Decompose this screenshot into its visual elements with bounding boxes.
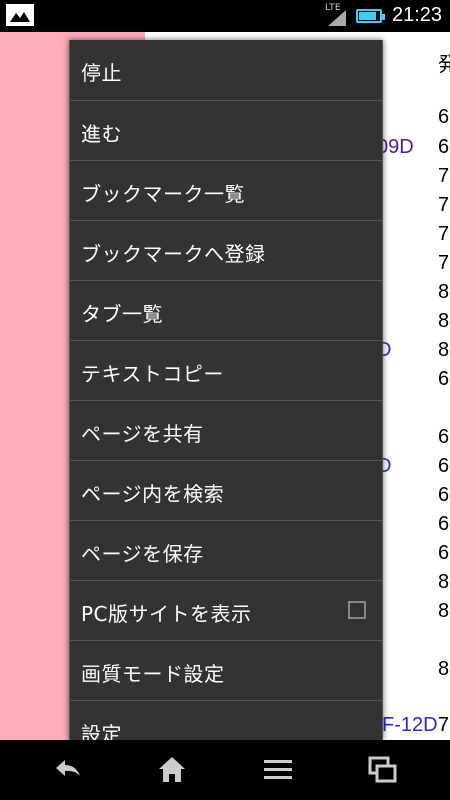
- page-text: 7: [438, 194, 450, 216]
- recent-apps-icon[interactable]: [366, 754, 398, 786]
- page-text: 6: [438, 484, 450, 506]
- page-link[interactable]: F-12D: [382, 714, 438, 737]
- menu-item-desktop-site[interactable]: PC版サイトを表示: [70, 581, 382, 641]
- signal-strength-icon: [328, 10, 346, 26]
- menu-item-save-page[interactable]: ページを保存: [70, 521, 382, 581]
- page-text: 発: [438, 54, 450, 76]
- page-text: 6: [438, 368, 450, 390]
- back-icon[interactable]: [52, 754, 84, 786]
- page-text: 6: [438, 426, 450, 448]
- menu-item-label: テキストコピー: [81, 362, 224, 386]
- navigation-bar: [0, 740, 450, 800]
- page-text: 7: [438, 714, 450, 736]
- battery-level: [359, 12, 376, 20]
- gallery-notification-icon: [6, 4, 34, 26]
- battery-icon: [356, 9, 385, 23]
- status-bar: LTE 21:23: [0, 0, 450, 32]
- menu-item-copy-text[interactable]: テキストコピー: [70, 341, 382, 401]
- page-text: 6: [438, 542, 450, 564]
- menu-item-label: 設定: [81, 722, 122, 740]
- page-text: 8: [438, 571, 450, 593]
- clock: 21:23: [392, 4, 443, 26]
- menu-icon[interactable]: [262, 754, 294, 786]
- page-text: 6: [438, 455, 450, 477]
- menu-item-add-bookmark[interactable]: ブックマークへ登録: [70, 221, 382, 281]
- page-text: 7: [438, 165, 450, 187]
- menu-item-label: タブ一覧: [81, 302, 163, 326]
- browser-options-menu: 停止 進む ブックマーク一覧 ブックマークへ登録 タブ一覧 テキストコピー ペー…: [69, 40, 383, 740]
- home-icon[interactable]: [156, 754, 188, 786]
- page-text: 6: [438, 136, 450, 158]
- menu-item-stop[interactable]: 停止: [70, 40, 382, 101]
- page-text: 6: [438, 513, 450, 535]
- page-text: 8: [438, 281, 450, 303]
- menu-item-bookmark-list[interactable]: ブックマーク一覧: [70, 161, 382, 221]
- menu-item-settings[interactable]: 設定: [70, 701, 382, 740]
- menu-item-forward[interactable]: 進む: [70, 101, 382, 161]
- menu-item-label: PC版サイトを表示: [81, 602, 252, 626]
- menu-item-image-quality[interactable]: 画質モード設定: [70, 641, 382, 701]
- menu-item-find-in-page[interactable]: ページ内を検索: [70, 461, 382, 521]
- menu-item-label: ブックマーク一覧: [81, 182, 245, 206]
- menu-item-label: ページ内を検索: [81, 482, 225, 506]
- menu-item-label: 進む: [81, 122, 122, 146]
- menu-item-label: ページを共有: [81, 422, 204, 446]
- page-text: 7: [438, 252, 450, 274]
- page-text: 7: [438, 223, 450, 245]
- page-text: 8: [438, 658, 450, 680]
- page-text: 6: [438, 106, 450, 128]
- desktop-site-checkbox[interactable]: [348, 601, 366, 619]
- page-text: 8: [438, 339, 450, 361]
- menu-item-label: 停止: [81, 61, 122, 85]
- menu-item-label: ブックマークへ登録: [81, 242, 266, 266]
- menu-item-tab-list[interactable]: タブ一覧: [70, 281, 382, 341]
- menu-item-label: ページを保存: [81, 542, 204, 566]
- menu-item-label: 画質モード設定: [81, 662, 225, 686]
- menu-item-share-page[interactable]: ページを共有: [70, 401, 382, 461]
- page-text: 8: [438, 310, 450, 332]
- page-text: 8: [438, 600, 450, 622]
